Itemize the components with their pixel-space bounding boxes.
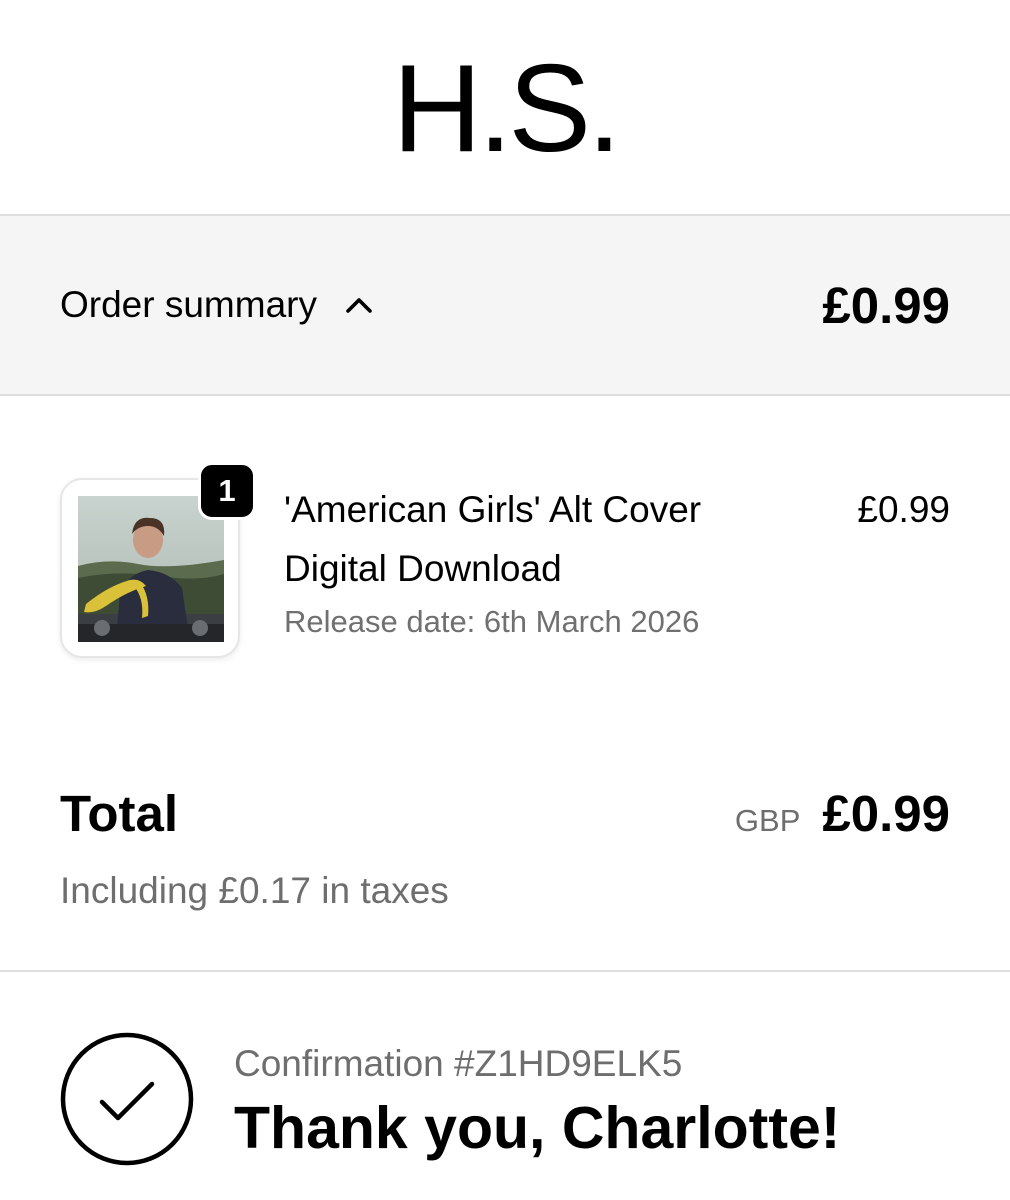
item-release-date: Release date: 6th March 2026 bbox=[284, 604, 700, 639]
order-summary-price: £0.99 bbox=[822, 276, 950, 334]
total-price: £0.99 bbox=[822, 785, 950, 842]
total-currency: GBP bbox=[734, 803, 801, 838]
confirmation-number: Confirmation #Z1HD9ELK5 bbox=[234, 1043, 683, 1084]
taxes-note: Including £0.17 in taxes bbox=[60, 870, 449, 911]
total-label: Total bbox=[60, 785, 179, 842]
order-summary-label: Order summary bbox=[60, 284, 317, 325]
order-summary-bar[interactable]: Order summary £0.99 bbox=[0, 214, 1010, 396]
header: H.S. bbox=[0, 0, 1010, 214]
product-image bbox=[78, 496, 224, 642]
section-divider bbox=[0, 970, 1010, 972]
brand-logo[interactable]: H.S. bbox=[392, 47, 621, 171]
item-price: £0.99 bbox=[857, 489, 950, 530]
item-title: 'American Girls' Alt Cover Digital Downl… bbox=[284, 480, 784, 598]
chevron-up-icon bbox=[346, 298, 372, 313]
checkmark-circle-icon bbox=[60, 1032, 194, 1166]
quantity-badge: 1 bbox=[198, 462, 256, 520]
order-summary-toggle[interactable]: Order summary bbox=[60, 216, 373, 394]
total-amount: GBP £0.99 bbox=[735, 784, 950, 843]
item-title-line1: 'American Girls' Alt Cover bbox=[284, 489, 702, 530]
thank-you-heading: Thank you, Charlotte! bbox=[234, 1095, 841, 1161]
item-title-line2: Digital Download bbox=[284, 548, 562, 589]
